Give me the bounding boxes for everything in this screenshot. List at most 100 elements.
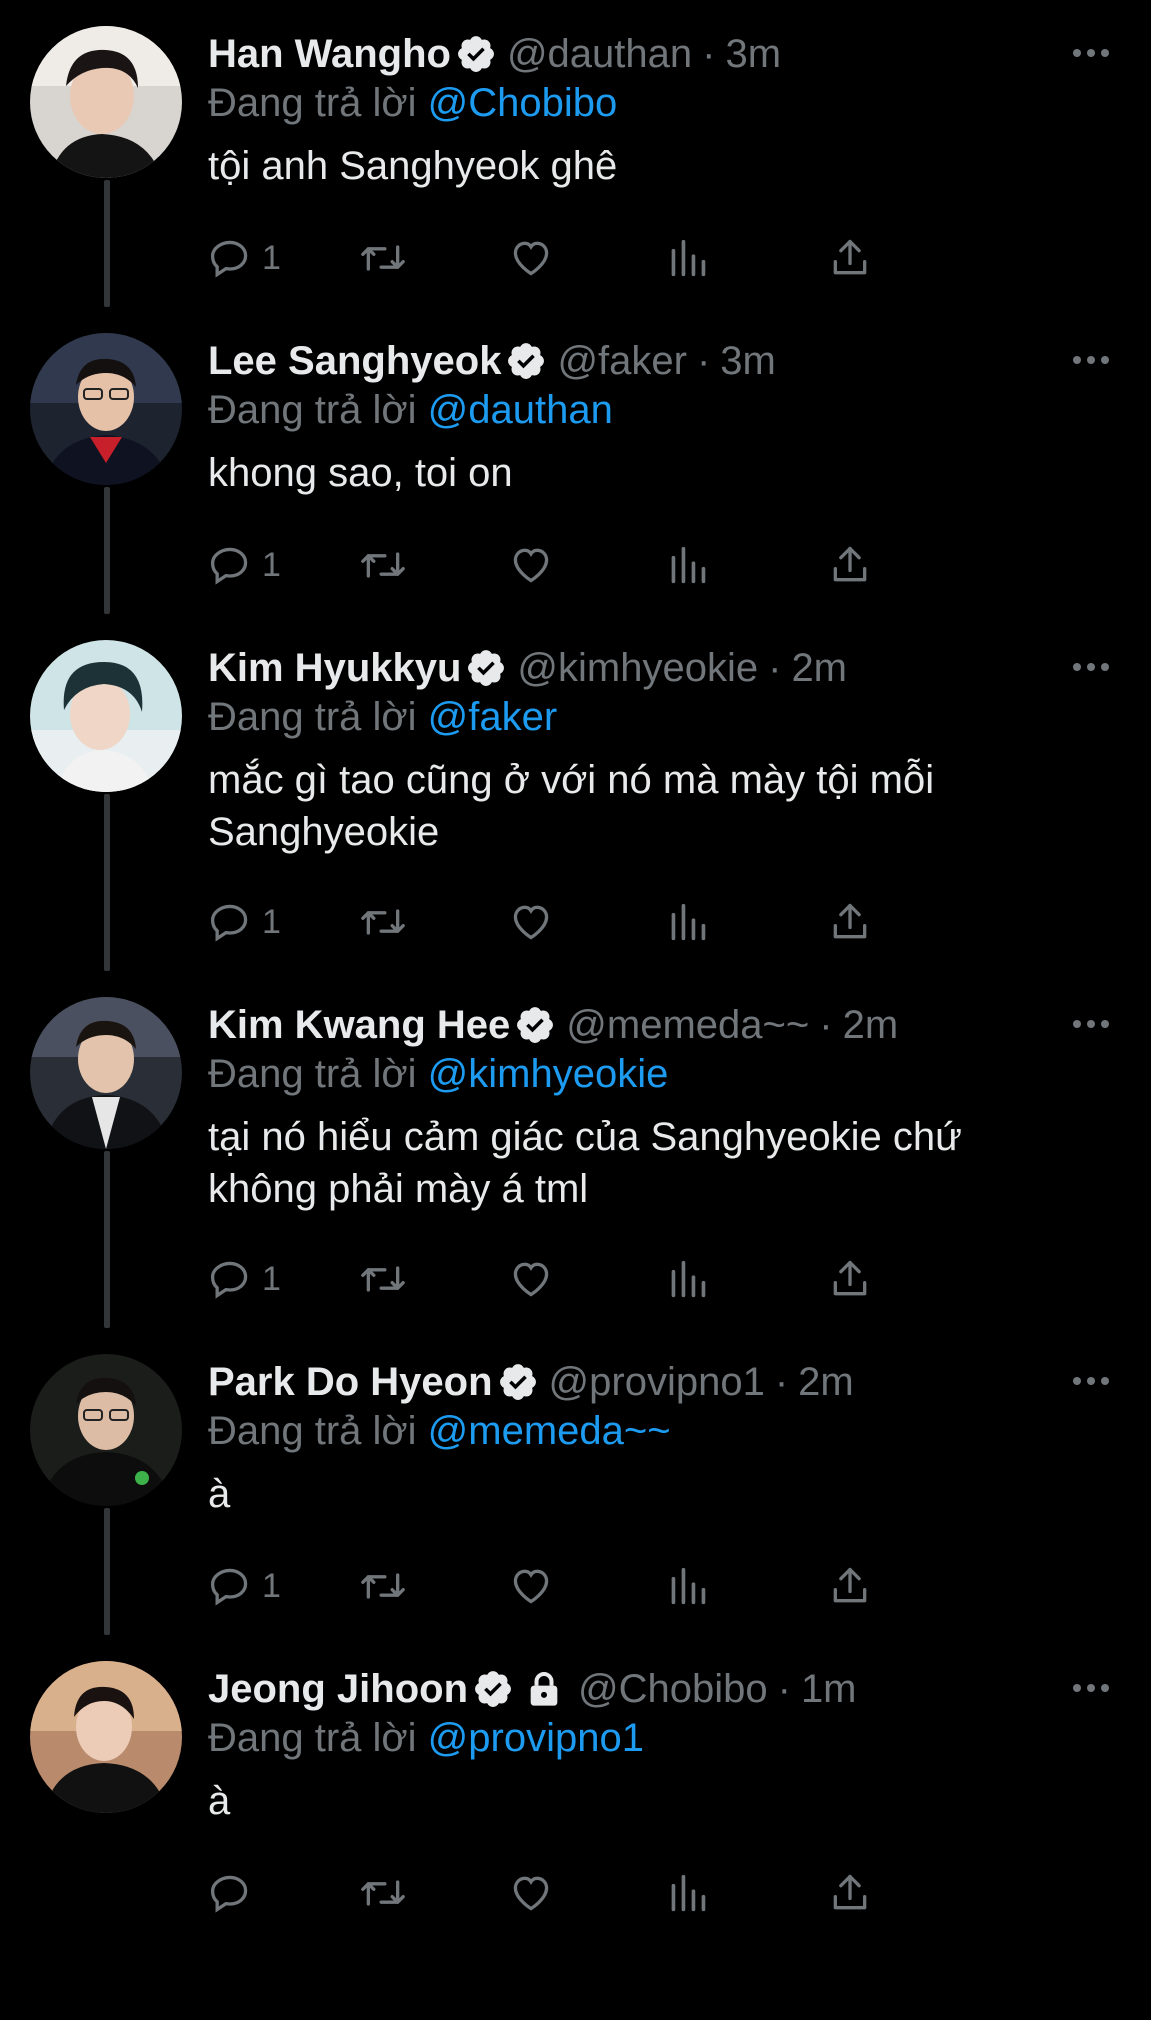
avatar[interactable]: [30, 640, 182, 792]
share-button[interactable]: [828, 1561, 872, 1611]
timestamp[interactable]: 2m: [791, 640, 847, 696]
speech-bubble-icon: [210, 904, 248, 942]
avatar[interactable]: [30, 997, 182, 1149]
like-button[interactable]: [508, 897, 554, 947]
timestamp[interactable]: 3m: [725, 26, 781, 82]
tweet[interactable]: Kim Hyukkyu @kimhyeokie · 2m Đang trả lờ…: [0, 614, 1151, 971]
display-name[interactable]: Jeong Jihoon: [208, 1661, 468, 1717]
mention-link[interactable]: @Chobibo: [428, 81, 618, 125]
timestamp[interactable]: 1m: [801, 1661, 857, 1717]
display-name[interactable]: Park Do Hyeon: [208, 1354, 493, 1410]
thread-connector-line: [104, 487, 110, 614]
display-name[interactable]: Lee Sanghyeok: [208, 333, 501, 389]
thread-connector-line: [104, 1508, 110, 1635]
heart-outline-icon: [513, 548, 549, 583]
reply-button[interactable]: 1: [208, 540, 281, 590]
views-button[interactable]: [668, 1868, 708, 1918]
replying-to-label: Đang trả lời: [208, 388, 417, 432]
speech-bubble-icon: [210, 1875, 248, 1913]
heart-outline-icon: [513, 241, 549, 276]
more-options-icon[interactable]: [1071, 345, 1111, 375]
views-button[interactable]: [668, 1254, 708, 1304]
views-button[interactable]: [668, 540, 708, 590]
retweet-button[interactable]: [358, 1868, 408, 1918]
speech-bubble-icon: [210, 1261, 248, 1299]
like-button[interactable]: [508, 1868, 554, 1918]
reply-button[interactable]: 1: [208, 897, 281, 947]
bar-chart-icon: [671, 546, 706, 584]
reply-button[interactable]: 1: [208, 1561, 281, 1611]
tweet[interactable]: Jeong Jihoon @Chobibo · 1m Đang trả lời …: [0, 1635, 1151, 2020]
mention-link[interactable]: @memeda~~: [428, 1409, 671, 1453]
more-options-icon[interactable]: [1071, 1366, 1111, 1396]
reply-count: 1: [262, 545, 281, 584]
mention-link[interactable]: @provipno1: [428, 1716, 644, 1760]
handle[interactable]: @kimhyeokie: [517, 640, 758, 696]
bar-chart-icon: [671, 903, 706, 941]
display-name[interactable]: Kim Kwang Hee: [208, 997, 510, 1053]
reply-button[interactable]: 1: [208, 1254, 281, 1304]
views-button[interactable]: [668, 233, 708, 283]
like-button[interactable]: [508, 233, 554, 283]
action-bar: 1: [208, 1254, 1028, 1304]
tweet[interactable]: Lee Sanghyeok @faker · 3m Đang trả lời @…: [0, 307, 1151, 614]
retweet-button[interactable]: [358, 1561, 408, 1611]
action-bar: [208, 1868, 1028, 1918]
verified-badge-icon: [499, 1364, 536, 1400]
more-options-icon[interactable]: [1071, 652, 1111, 682]
replying-to-line: Đang trả lời @dauthan: [208, 385, 1111, 435]
mention-link[interactable]: @dauthan: [428, 388, 613, 432]
avatar[interactable]: [30, 1354, 182, 1506]
reply-button[interactable]: 1: [208, 233, 281, 283]
timestamp[interactable]: 3m: [720, 333, 776, 389]
display-name[interactable]: Kim Hyukkyu: [208, 640, 461, 696]
tweet[interactable]: Kim Kwang Hee @memeda~~ · 2m Đang trả lờ…: [0, 971, 1151, 1328]
views-button[interactable]: [668, 1561, 708, 1611]
share-button[interactable]: [828, 540, 872, 590]
more-options-icon[interactable]: [1071, 1009, 1111, 1039]
retweet-button[interactable]: [358, 897, 408, 947]
display-name[interactable]: Han Wangho: [208, 26, 451, 82]
views-button[interactable]: [668, 897, 708, 947]
retweet-button[interactable]: [358, 1254, 408, 1304]
avatar[interactable]: [30, 1661, 182, 1813]
like-button[interactable]: [508, 1561, 554, 1611]
mention-link[interactable]: @kimhyeokie: [428, 1052, 669, 1096]
like-button[interactable]: [508, 540, 554, 590]
verified-badge-icon: [517, 1007, 554, 1043]
more-options-icon[interactable]: [1071, 1673, 1111, 1703]
handle[interactable]: @dauthan: [507, 26, 692, 82]
verified-badge-icon: [475, 1671, 511, 1707]
share-upload-icon: [833, 1567, 867, 1603]
handle[interactable]: @faker: [557, 333, 687, 389]
like-button[interactable]: [508, 1254, 554, 1304]
avatar[interactable]: [30, 26, 182, 178]
action-bar: 1: [208, 897, 1028, 947]
tweet[interactable]: Han Wangho @dauthan · 3m Đang trả lời @C…: [0, 0, 1151, 307]
share-button[interactable]: [828, 897, 872, 947]
share-upload-icon: [833, 1260, 867, 1296]
handle[interactable]: @Chobibo: [578, 1661, 768, 1717]
avatar[interactable]: [30, 333, 182, 485]
separator-dot: ·: [702, 32, 716, 76]
tweet[interactable]: Park Do Hyeon @provipno1 · 2m Đang trả l…: [0, 1328, 1151, 1635]
share-button[interactable]: [828, 1254, 872, 1304]
share-upload-icon: [833, 239, 867, 275]
share-button[interactable]: [828, 233, 872, 283]
more-options-icon[interactable]: [1071, 38, 1111, 68]
handle[interactable]: @provipno1: [549, 1354, 765, 1410]
replying-to-line: Đang trả lời @Chobibo: [208, 78, 1111, 128]
timestamp[interactable]: 2m: [798, 1354, 854, 1410]
mention-link[interactable]: @faker: [428, 695, 558, 739]
timestamp[interactable]: 2m: [843, 997, 899, 1053]
separator-dot: ·: [696, 339, 711, 383]
reply-button[interactable]: [208, 1868, 262, 1918]
handle[interactable]: @memeda~~: [566, 997, 809, 1053]
retweet-button[interactable]: [358, 540, 408, 590]
replying-to-line: Đang trả lời @provipno1: [208, 1713, 1111, 1763]
replying-to-label: Đang trả lời: [208, 1716, 417, 1760]
share-button[interactable]: [828, 1868, 872, 1918]
retweet-button[interactable]: [358, 233, 408, 283]
retweet-arrows-icon: [361, 1266, 405, 1292]
thread-connector-line: [104, 180, 110, 307]
